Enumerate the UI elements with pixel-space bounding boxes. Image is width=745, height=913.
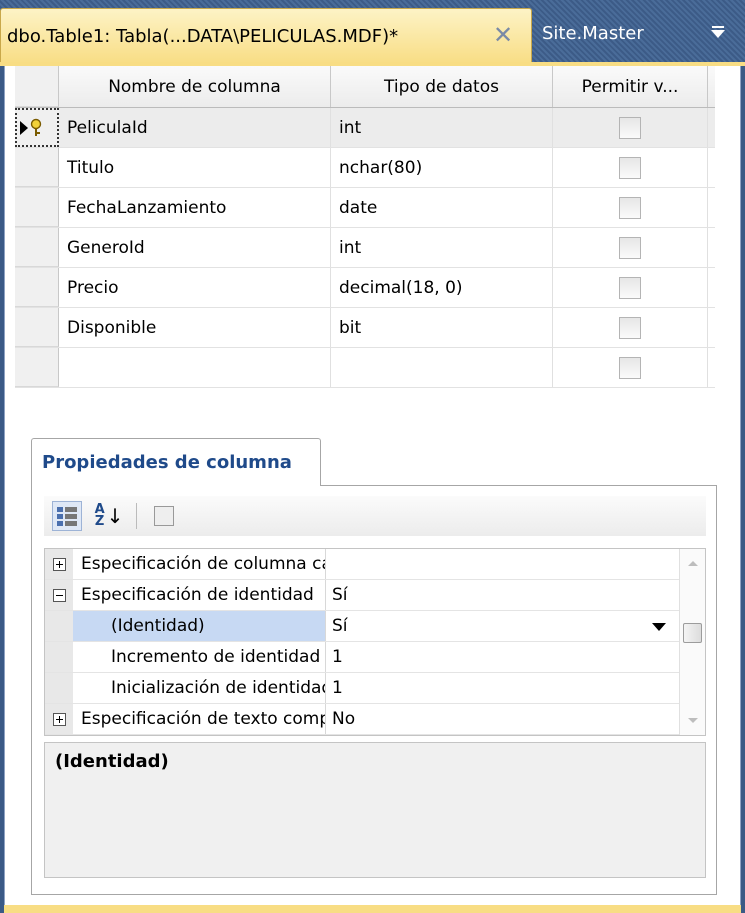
allow-nulls-cell bbox=[553, 228, 708, 267]
data-type-cell[interactable]: decimal(18, 0) bbox=[331, 268, 553, 307]
tab-site-master[interactable]: Site.Master bbox=[534, 14, 684, 54]
property-row[interactable]: Especificación de columna calculada bbox=[45, 549, 705, 580]
expand-icon[interactable] bbox=[52, 557, 66, 571]
property-value[interactable] bbox=[326, 549, 680, 579]
columns-grid: Nombre de columna Tipo de datos Permitir… bbox=[15, 66, 715, 388]
scroll-up-icon[interactable] bbox=[688, 561, 698, 566]
property-pages-icon bbox=[154, 506, 174, 526]
property-name: Incremento de identidad bbox=[73, 642, 326, 672]
table-row[interactable]: FechaLanzamiento date bbox=[15, 188, 715, 228]
scrollbar-thumb[interactable] bbox=[683, 623, 702, 643]
data-type-cell[interactable]: bit bbox=[331, 308, 553, 347]
dropdown-arrow-icon[interactable] bbox=[652, 623, 666, 631]
column-name-cell[interactable]: Disponible bbox=[59, 308, 331, 347]
property-value[interactable]: 1 bbox=[326, 673, 680, 703]
header-corner bbox=[15, 66, 59, 107]
allow-nulls-cell bbox=[553, 308, 708, 347]
allow-nulls-cell bbox=[553, 268, 708, 307]
property-name: Especificación de identidad bbox=[73, 580, 326, 610]
tab-list-dropdown-icon[interactable] bbox=[704, 16, 732, 46]
row-selector[interactable] bbox=[15, 268, 59, 307]
sort-az-icon: AZ bbox=[94, 502, 105, 529]
alphabetical-button[interactable]: A Z ↓ bbox=[94, 501, 124, 531]
description-title: (Identidad) bbox=[55, 751, 169, 772]
table-row[interactable]: GeneroId int bbox=[15, 228, 715, 268]
table-row-new[interactable] bbox=[15, 348, 715, 388]
scroll-down-icon[interactable] bbox=[688, 718, 698, 723]
allow-nulls-checkbox[interactable] bbox=[619, 356, 641, 379]
row-selector[interactable] bbox=[15, 228, 59, 267]
allow-nulls-checkbox[interactable] bbox=[619, 316, 641, 339]
property-description: (Identidad) bbox=[44, 742, 706, 878]
allow-nulls-cell bbox=[553, 188, 708, 227]
property-name: (Identidad) bbox=[73, 611, 326, 641]
property-row[interactable]: Especificación de texto completo No bbox=[45, 704, 705, 735]
property-grid: Especificación de columna calculada Espe… bbox=[44, 548, 706, 736]
table-row[interactable]: Disponible bit bbox=[15, 308, 715, 348]
close-icon[interactable]: ✕ bbox=[491, 23, 515, 47]
categorized-icon bbox=[57, 506, 77, 526]
row-selector-primary-key[interactable] bbox=[15, 108, 59, 147]
property-value: Sí bbox=[332, 616, 348, 636]
property-value-dropdown[interactable]: Sí bbox=[326, 611, 680, 641]
tab-title: dbo.Table1: Tabla(...DATA\PELICULAS.MDF)… bbox=[7, 26, 399, 47]
column-name-cell[interactable]: Precio bbox=[59, 268, 331, 307]
property-row[interactable]: Inicialización de identidad 1 bbox=[45, 673, 705, 704]
property-value[interactable]: Sí bbox=[326, 580, 680, 610]
data-type-cell[interactable] bbox=[331, 348, 553, 387]
tab-table1-designer[interactable]: dbo.Table1: Tabla(...DATA\PELICULAS.MDF)… bbox=[0, 8, 532, 64]
primary-key-icon bbox=[17, 118, 43, 138]
collapse-icon[interactable] bbox=[52, 588, 66, 602]
column-name-cell[interactable] bbox=[59, 348, 331, 387]
table-designer: Nombre de columna Tipo de datos Permitir… bbox=[4, 66, 741, 913]
header-column-name[interactable]: Nombre de columna bbox=[59, 66, 331, 107]
data-type-cell[interactable]: int bbox=[331, 108, 553, 147]
property-pages-button[interactable] bbox=[149, 501, 179, 531]
allow-nulls-cell bbox=[553, 148, 708, 187]
data-type-cell[interactable]: date bbox=[331, 188, 553, 227]
allow-nulls-checkbox[interactable] bbox=[619, 116, 641, 139]
data-type-cell[interactable]: int bbox=[331, 228, 553, 267]
allow-nulls-checkbox[interactable] bbox=[619, 276, 641, 299]
table-row[interactable]: Precio decimal(18, 0) bbox=[15, 268, 715, 308]
column-name-cell[interactable]: PeliculaId bbox=[59, 108, 331, 147]
property-name: Especificación de texto completo bbox=[73, 704, 326, 734]
categorized-button[interactable] bbox=[52, 501, 82, 531]
table-row[interactable]: PeliculaId int bbox=[15, 108, 715, 148]
allow-nulls-checkbox[interactable] bbox=[619, 236, 641, 259]
column-name-cell[interactable]: GeneroId bbox=[59, 228, 331, 267]
row-selector[interactable] bbox=[15, 308, 59, 347]
property-grid-scrollbar[interactable] bbox=[679, 549, 705, 735]
column-properties-panel: AZ↓ Especificación de columna calculada … bbox=[31, 485, 717, 895]
expand-icon[interactable] bbox=[52, 712, 66, 726]
property-value[interactable]: No bbox=[326, 704, 680, 734]
row-selector[interactable] bbox=[15, 348, 59, 387]
allow-nulls-checkbox[interactable] bbox=[619, 196, 641, 219]
tab-column-properties[interactable]: Propiedades de columna bbox=[31, 438, 321, 486]
properties-toolbar: A Z ↓ bbox=[44, 496, 706, 536]
header-allow-nulls[interactable]: Permitir v... bbox=[553, 66, 708, 107]
property-value[interactable]: 1 bbox=[326, 642, 680, 672]
toolbar-separator bbox=[136, 503, 137, 529]
allow-nulls-cell bbox=[553, 108, 708, 147]
row-selector[interactable] bbox=[15, 148, 59, 187]
allow-nulls-cell bbox=[553, 348, 708, 387]
bottom-border bbox=[4, 905, 741, 913]
table-row[interactable]: Titulo nchar(80) bbox=[15, 148, 715, 188]
data-type-cell[interactable]: nchar(80) bbox=[331, 148, 553, 187]
property-row[interactable]: Incremento de identidad 1 bbox=[45, 642, 705, 673]
column-name-cell[interactable]: FechaLanzamiento bbox=[59, 188, 331, 227]
allow-nulls-checkbox[interactable] bbox=[619, 156, 641, 179]
property-name: Especificación de columna calculada bbox=[73, 549, 326, 579]
header-data-type[interactable]: Tipo de datos bbox=[331, 66, 553, 107]
grid-header: Nombre de columna Tipo de datos Permitir… bbox=[15, 66, 715, 108]
row-selector[interactable] bbox=[15, 188, 59, 227]
document-tab-strip: dbo.Table1: Tabla(...DATA\PELICULAS.MDF)… bbox=[0, 0, 745, 64]
property-row[interactable]: Especificación de identidad Sí bbox=[45, 580, 705, 611]
property-row-selected[interactable]: (Identidad) Sí bbox=[45, 611, 705, 642]
property-name: Inicialización de identidad bbox=[73, 673, 326, 703]
column-name-cell[interactable]: Titulo bbox=[59, 148, 331, 187]
